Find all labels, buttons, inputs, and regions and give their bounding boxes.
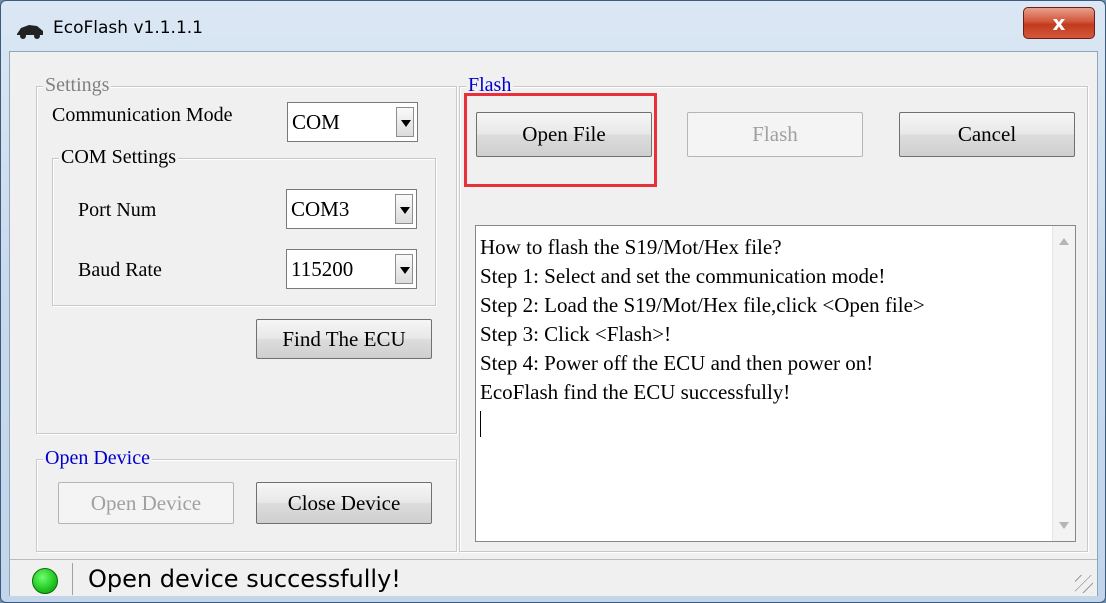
chevron-down-icon[interactable] <box>395 194 413 224</box>
log-lines: How to flash the S19/Mot/Hex file? Step … <box>480 233 1045 437</box>
client-area: Settings Communication Mode COM COM Sett… <box>9 51 1098 596</box>
find-ecu-button[interactable]: Find The ECU <box>256 319 432 359</box>
log-line: Step 4: Power off the ECU and then power… <box>480 351 874 375</box>
window-title: EcoFlash v1.1.1.1 <box>53 18 203 38</box>
log-line: Step 1: Select and set the communication… <box>480 264 886 288</box>
comm-mode-value: COM <box>292 110 340 134</box>
open-device-button[interactable]: Open Device <box>58 482 234 524</box>
scroll-down-icon[interactable] <box>1059 522 1069 529</box>
cancel-button[interactable]: Cancel <box>899 112 1075 157</box>
baud-rate-value: 115200 <box>291 257 354 281</box>
status-led-icon <box>32 568 58 594</box>
log-line: EcoFlash find the ECU successfully! <box>480 380 791 404</box>
app-window: EcoFlash v1.1.1.1 x Settings Communicati… <box>0 0 1106 603</box>
port-num-value: COM3 <box>291 197 350 221</box>
flash-log-textarea[interactable]: How to flash the S19/Mot/Hex file? Step … <box>475 225 1076 542</box>
resize-grip-icon[interactable] <box>1075 575 1093 593</box>
settings-legend: Settings <box>43 73 112 97</box>
log-line: Step 3: Click <Flash>! <box>480 322 672 346</box>
status-bar: Open device successfully! <box>10 559 1097 596</box>
close-device-button[interactable]: Close Device <box>256 482 432 524</box>
port-num-label: Port Num <box>78 199 157 221</box>
open-device-legend: Open Device <box>43 446 152 470</box>
close-button[interactable]: x <box>1023 7 1095 39</box>
port-num-select[interactable]: COM3 <box>286 189 417 229</box>
text-caret <box>480 411 481 437</box>
car-icon <box>17 25 43 39</box>
com-settings-legend: COM Settings <box>59 145 179 169</box>
comm-mode-select[interactable]: COM <box>287 102 418 142</box>
chevron-down-icon[interactable] <box>395 254 413 284</box>
open-file-button[interactable]: Open File <box>476 112 652 157</box>
baud-rate-select[interactable]: 115200 <box>286 249 417 289</box>
comm-mode-label: Communication Mode <box>52 104 233 126</box>
log-line: Step 2: Load the S19/Mot/Hex file,click … <box>480 293 925 317</box>
title-bar[interactable]: EcoFlash v1.1.1.1 x <box>1 1 1105 51</box>
log-line: How to flash the S19/Mot/Hex file? <box>480 235 782 259</box>
flash-button[interactable]: Flash <box>687 112 863 157</box>
status-text: Open device successfully! <box>88 565 401 593</box>
log-scrollbar[interactable] <box>1052 226 1075 541</box>
baud-rate-label: Baud Rate <box>78 259 162 281</box>
flash-legend: Flash <box>466 73 514 97</box>
scroll-up-icon[interactable] <box>1059 238 1069 245</box>
chevron-down-icon[interactable] <box>396 107 414 137</box>
close-icon: x <box>1052 11 1066 35</box>
